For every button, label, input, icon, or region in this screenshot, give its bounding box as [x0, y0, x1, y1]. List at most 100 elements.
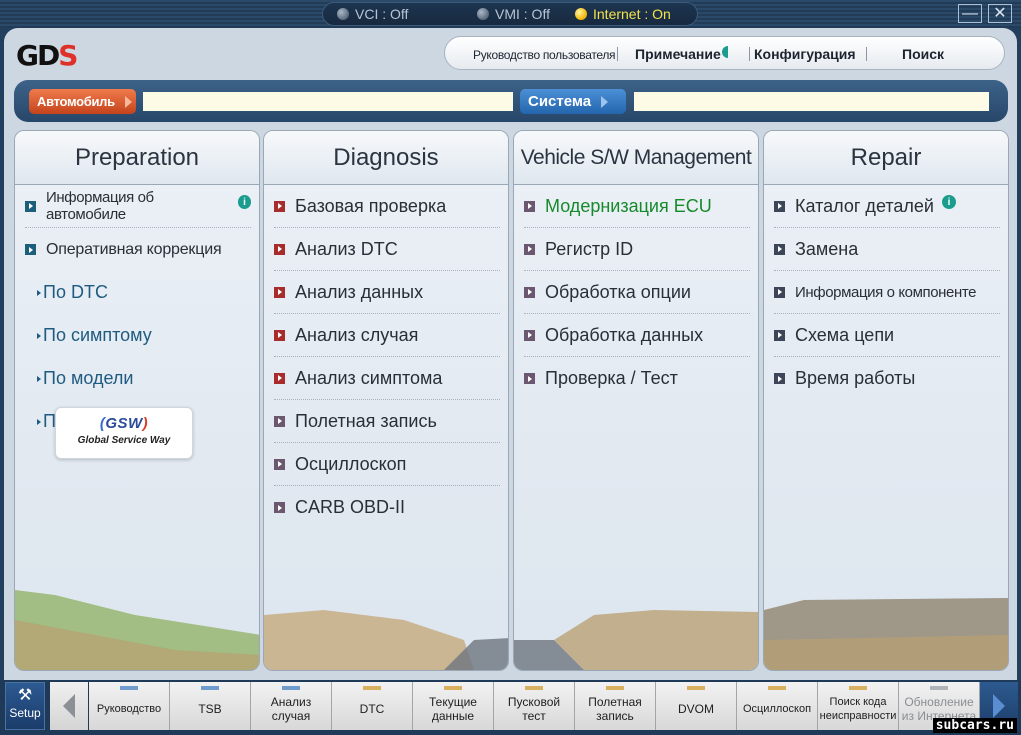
- bullet-icon: [774, 243, 785, 255]
- caret-right-icon: [37, 375, 41, 382]
- bullet-icon: [274, 372, 285, 384]
- bullet-icon: [25, 244, 36, 255]
- bullet-icon: [274, 286, 285, 298]
- bullet-icon: [524, 329, 535, 341]
- toolbar-item[interactable]: Поиск кода неисправности: [818, 682, 899, 730]
- system-field[interactable]: [634, 92, 989, 111]
- note-icon: [721, 46, 728, 58]
- menu-item-carb-obd[interactable]: CARB OBD-II: [274, 486, 500, 529]
- menu-item-oscilloscope[interactable]: Осциллоскоп: [274, 443, 500, 486]
- menu-item-check-test[interactable]: Проверка / Тест: [524, 357, 750, 400]
- panel-title: Repair: [764, 131, 1008, 185]
- toolbar-item[interactable]: Руководство: [89, 682, 170, 730]
- menu-item-quick-fix[interactable]: Оперативная коррекция: [25, 228, 251, 271]
- divider: [617, 47, 618, 61]
- landscape-image: [264, 610, 508, 670]
- menu-item-case-analysis[interactable]: Анализ случая: [274, 314, 500, 357]
- tools-icon: ⚒: [17, 687, 33, 704]
- vehicle-field[interactable]: [143, 92, 513, 111]
- menu-item-dtc-analysis[interactable]: Анализ DTC: [274, 228, 500, 271]
- search-link[interactable]: Поиск: [902, 46, 944, 62]
- gds-logo: GDS: [16, 39, 78, 72]
- toolbar-item[interactable]: TSB: [170, 682, 251, 730]
- indicator-icon: [687, 686, 705, 690]
- panel-title: Vehicle S/W Management: [514, 131, 758, 185]
- submenu-item-by-model[interactable]: По модели: [25, 357, 251, 400]
- bullet-icon: [774, 373, 785, 384]
- menu-item-ecu-upgrade[interactable]: Модернизация ECU: [524, 185, 750, 228]
- vci-led-icon: [337, 8, 349, 20]
- toolbar-item[interactable]: Пусковой тест: [494, 682, 575, 730]
- caret-right-icon: [37, 332, 41, 339]
- menu-item-symptom-analysis[interactable]: Анализ симптома: [274, 357, 500, 400]
- menu-item-id-register[interactable]: Регистр ID: [524, 228, 750, 271]
- indicator-icon: [930, 686, 948, 690]
- menu-item-data-analysis[interactable]: Анализ данных: [274, 271, 500, 314]
- toolbar-item[interactable]: Анализ случая: [251, 682, 332, 730]
- indicator-icon: [768, 686, 786, 690]
- toolbar-item[interactable]: Осциллоскоп: [737, 682, 818, 730]
- gsw-logo[interactable]: (GSW) Global Service Way: [55, 407, 193, 459]
- submenu-item-by-dtc[interactable]: По DTC: [25, 271, 251, 314]
- close-button[interactable]: ✕: [988, 4, 1012, 23]
- bullet-icon: [274, 415, 285, 427]
- indicator-icon: [606, 686, 624, 690]
- system-button[interactable]: Система: [520, 89, 626, 114]
- caret-right-icon: [37, 289, 41, 296]
- indicator-icon: [120, 686, 138, 690]
- title-bar: VCI : Off VMI : Off Internet : On — ✕: [0, 0, 1021, 28]
- bullet-icon: [274, 502, 285, 513]
- arrow-right-icon: [124, 95, 132, 108]
- bullet-icon: [774, 200, 785, 212]
- landscape-image: [514, 610, 758, 670]
- menu-item-data-processing[interactable]: Обработка данных: [524, 314, 750, 357]
- menu-item-basic-inspection[interactable]: Базовая проверка: [274, 185, 500, 228]
- menu-item-replacement[interactable]: Замена: [774, 228, 1000, 271]
- indicator-icon: [525, 686, 543, 690]
- indicator-icon: [282, 686, 300, 690]
- arrow-right-icon: [993, 694, 1005, 718]
- toolbar-items: Руководство TSB Анализ случая DTC Текущие данн…: [89, 682, 980, 730]
- close-icon: ✕: [993, 4, 1007, 22]
- bullet-icon: [524, 286, 535, 298]
- vmi-led-icon: [477, 8, 489, 20]
- bullet-icon: [274, 243, 285, 255]
- menu-item-parts-catalog[interactable]: Каталог деталей i: [774, 185, 1000, 228]
- vmi-status: VMI : Off: [477, 6, 550, 22]
- arrow-right-icon: [601, 95, 609, 108]
- panel-preparation: Preparation Информация об автомобиле i О…: [14, 130, 260, 671]
- scroll-left-button[interactable]: [50, 682, 88, 730]
- menu-item-circuit-diagram[interactable]: Схема цепи: [774, 314, 1000, 357]
- minimize-button[interactable]: —: [958, 4, 982, 23]
- indicator-icon: [201, 686, 219, 690]
- menu-item-component-info[interactable]: Информация о компоненте: [774, 271, 1000, 314]
- toolbar-item[interactable]: Текущие данные: [413, 682, 494, 730]
- toolbar-item[interactable]: Полетная запись: [575, 682, 656, 730]
- submenu-item-by-symptom[interactable]: По симптому: [25, 314, 251, 357]
- menu-item-vehicle-info[interactable]: Информация об автомобиле i: [25, 185, 251, 228]
- bullet-icon: [25, 200, 36, 212]
- panel-diagnosis: Diagnosis Базовая проверка Анализ DTC Ан…: [263, 130, 509, 671]
- user-guide-link[interactable]: Руководство пользователя: [473, 48, 616, 62]
- vehicle-button[interactable]: Автомобиль: [29, 89, 136, 114]
- caret-right-icon: [37, 418, 41, 425]
- menu-item-option-processing[interactable]: Обработка опции: [524, 271, 750, 314]
- panel-repair: Repair Каталог деталей i Замена Информаци…: [763, 130, 1009, 671]
- internet-led-icon: [575, 8, 587, 20]
- panel-vehicle-sw-management: Vehicle S/W Management Модернизация ECU …: [513, 130, 759, 671]
- toolbar-item[interactable]: DTC: [332, 682, 413, 730]
- toolbar-item[interactable]: DVOM: [656, 682, 737, 730]
- bullet-icon: [774, 329, 785, 341]
- configuration-link[interactable]: Конфигурация: [754, 46, 856, 62]
- menu-item-labor-time[interactable]: Время работы: [774, 357, 1000, 400]
- vci-status: VCI : Off: [337, 6, 408, 22]
- bullet-icon: [524, 243, 535, 255]
- setup-button[interactable]: ⚒ Setup: [5, 682, 45, 730]
- bullet-icon: [524, 373, 535, 384]
- info-icon[interactable]: i: [941, 195, 956, 209]
- watermark: subcars.ru: [932, 718, 1017, 733]
- menu-item-flight-record[interactable]: Полетная запись: [274, 400, 500, 443]
- internet-status: Internet : On: [575, 6, 671, 22]
- note-link[interactable]: Примечание: [635, 46, 728, 62]
- info-icon[interactable]: i: [237, 195, 251, 209]
